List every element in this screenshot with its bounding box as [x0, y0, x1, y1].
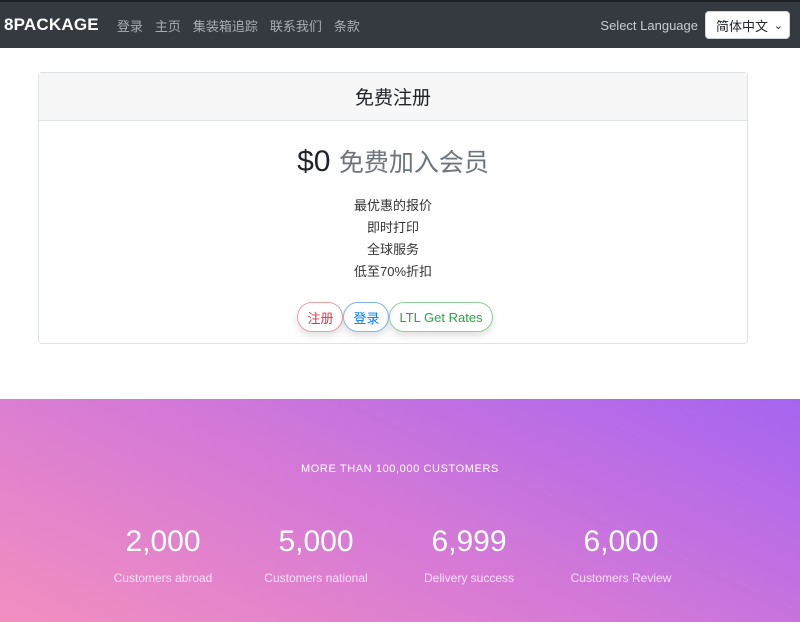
stat-value: 5,000 — [278, 525, 354, 558]
feature-item: 即时打印 — [366, 220, 419, 235]
language-select-value: 简体中文 — [716, 18, 769, 34]
nav-links: 登录 主页 集装箱追踪 联系我们 条款 — [117, 16, 360, 35]
stat-label: Delivery success — [423, 571, 515, 585]
action-buttons: 注册 登录 LTL Get Rates — [43, 302, 747, 332]
stat-delivery-success: 6,999 Delivery success — [399, 525, 539, 585]
nav-link-home[interactable]: 主页 — [155, 16, 181, 35]
nav-link-contact-us[interactable]: 联系我们 — [270, 16, 322, 35]
stat-customers-abroad: 2,000 Customers abroad — [93, 525, 233, 585]
price-line: $0 免费加入会员 — [39, 143, 747, 179]
price-subtitle: 免费加入会员 — [338, 149, 489, 177]
language-area: Select Language 简体中文 ⌄ — [600, 11, 796, 39]
stat-value: 6,000 — [583, 525, 659, 558]
stat-value: 2,000 — [125, 525, 201, 558]
language-label: Select Language — [600, 17, 698, 33]
stat-customers-review: 6,000 Customers Review — [551, 525, 691, 585]
stat-label: Customers Review — [570, 571, 672, 585]
nav-link-terms[interactable]: 条款 — [334, 16, 360, 35]
chevron-down-icon: ⌄ — [773, 19, 783, 32]
pricing-card: 免费注册 $0 免费加入会员 最优惠的报价 即时打印 全球服务 低至70%折扣 … — [38, 72, 748, 344]
nav-link-container-tracking[interactable]: 集装箱追踪 — [193, 16, 258, 35]
feature-item: 全球服务 — [366, 242, 419, 257]
login-button[interactable]: 登录 — [343, 302, 390, 332]
feature-item: 低至70%折扣 — [353, 264, 433, 279]
stat-label: Customers national — [264, 571, 368, 585]
stat-customers-national: 5,000 Customers national — [246, 525, 386, 585]
stat-label: Customers abroad — [113, 571, 213, 585]
customer-stats-section: MORE THAN 100,000 CUSTOMERS 2,000 Custom… — [0, 399, 800, 622]
price-amount: $0 — [297, 145, 331, 178]
brand-logo[interactable]: 8PACKAGE — [4, 15, 99, 35]
feature-list: 最优惠的报价 即时打印 全球服务 低至70%折扣 — [39, 195, 747, 283]
pricing-card-header: 免费注册 — [39, 73, 747, 121]
register-button[interactable]: 注册 — [297, 302, 344, 332]
language-select[interactable]: 简体中文 ⌄ — [705, 11, 790, 39]
ltl-get-rates-button[interactable]: LTL Get Rates — [389, 302, 493, 332]
stats-heading: MORE THAN 100,000 CUSTOMERS — [301, 463, 499, 475]
stat-value: 6,999 — [431, 525, 507, 558]
feature-item: 最优惠的报价 — [353, 198, 432, 213]
top-navbar: 8PACKAGE 登录 主页 集装箱追踪 联系我们 条款 Select Lang… — [0, 0, 800, 48]
nav-link-login[interactable]: 登录 — [117, 16, 143, 35]
